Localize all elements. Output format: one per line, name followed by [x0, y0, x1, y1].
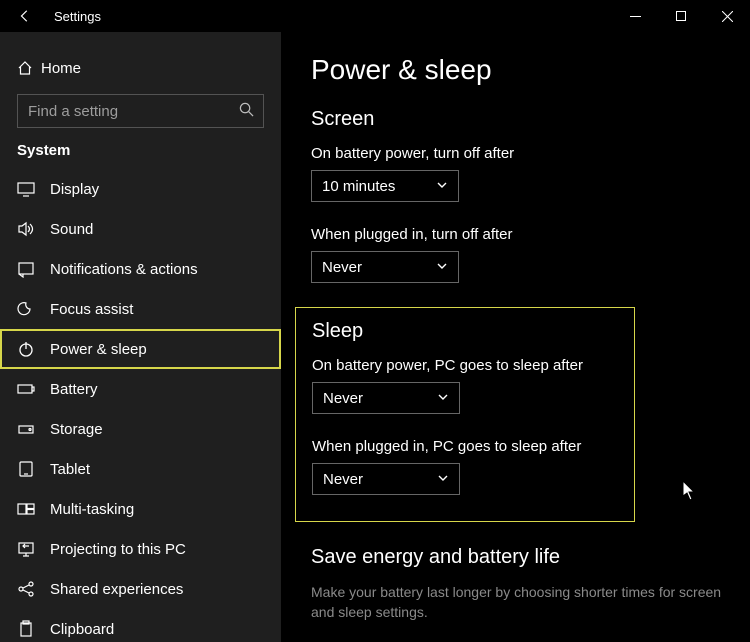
close-button[interactable]	[704, 0, 750, 32]
chevron-down-icon	[437, 390, 451, 407]
sidebar-item-label: Clipboard	[50, 621, 114, 638]
focus-icon	[17, 300, 37, 318]
sidebar-item-label: Battery	[50, 381, 98, 398]
window-controls	[612, 0, 750, 32]
sound-icon	[17, 220, 37, 238]
sleep-plugged-dropdown[interactable]: Never	[312, 463, 460, 495]
sidebar-item-multi-tasking[interactable]: Multi-tasking	[0, 489, 281, 529]
content: Power & sleep Screen On battery power, t…	[281, 32, 750, 642]
sleep-battery-dropdown[interactable]: Never	[312, 382, 460, 414]
sidebar-item-label: Sound	[50, 221, 93, 238]
sidebar: Home Find a setting System Display Sound N…	[0, 32, 281, 642]
sidebar-item-label: Storage	[50, 421, 103, 438]
sidebar-group-title: System	[0, 142, 281, 169]
sidebar-item-storage[interactable]: Storage	[0, 409, 281, 449]
sleep-plugged-label: When plugged in, PC goes to sleep after	[312, 438, 618, 455]
sidebar-item-focus-assist[interactable]: Focus assist	[0, 289, 281, 329]
screen-plugged-value: Never	[322, 259, 436, 276]
sidebar-item-battery[interactable]: Battery	[0, 369, 281, 409]
tablet-icon	[17, 460, 37, 478]
titlebar: Settings	[0, 0, 750, 32]
home-label: Home	[41, 60, 81, 77]
sidebar-item-notifications-actions[interactable]: Notifications & actions	[0, 249, 281, 289]
screen-plugged-label: When plugged in, turn off after	[311, 226, 722, 243]
shared-icon	[17, 580, 37, 598]
projecting-icon	[17, 540, 37, 558]
sidebar-item-label: Focus assist	[50, 301, 133, 318]
sleep-section-heading: Sleep	[312, 320, 618, 343]
save-energy-heading: Save energy and battery life	[311, 546, 722, 569]
sidebar-item-sound[interactable]: Sound	[0, 209, 281, 249]
screen-battery-dropdown[interactable]: 10 minutes	[311, 170, 459, 202]
sleep-battery-value: Never	[323, 390, 437, 407]
save-energy-tip: Make your battery last longer by choosin…	[311, 583, 722, 622]
clipboard-icon	[17, 620, 37, 638]
screen-battery-value: 10 minutes	[322, 178, 436, 195]
screen-battery-label: On battery power, turn off after	[311, 145, 722, 162]
home-icon	[17, 60, 41, 76]
storage-icon	[17, 420, 37, 438]
maximize-button[interactable]	[658, 0, 704, 32]
minimize-button[interactable]	[612, 0, 658, 32]
battery-icon	[17, 380, 37, 398]
sleep-plugged-value: Never	[323, 471, 437, 488]
power-icon	[17, 340, 37, 358]
sidebar-item-label: Notifications & actions	[50, 261, 198, 278]
sidebar-item-display[interactable]: Display	[0, 169, 281, 209]
sidebar-item-power-sleep[interactable]: Power & sleep	[0, 329, 281, 369]
page-title: Power & sleep	[311, 54, 722, 86]
sidebar-item-clipboard[interactable]: Clipboard	[0, 609, 281, 642]
search-input[interactable]: Find a setting	[17, 94, 264, 128]
multitask-icon	[17, 500, 37, 518]
sidebar-item-shared-experiences[interactable]: Shared experiences	[0, 569, 281, 609]
sleep-highlight: Sleep On battery power, PC goes to sleep…	[295, 307, 635, 522]
sidebar-item-label: Display	[50, 181, 99, 198]
search-icon	[239, 102, 255, 121]
sleep-battery-label: On battery power, PC goes to sleep after	[312, 357, 618, 374]
chevron-down-icon	[437, 471, 451, 488]
chevron-down-icon	[436, 259, 450, 276]
chevron-down-icon	[436, 178, 450, 195]
window-title: Settings	[54, 9, 101, 24]
home-link[interactable]: Home	[0, 50, 281, 86]
notifications-icon	[17, 260, 37, 278]
back-icon[interactable]	[18, 9, 34, 23]
screen-section-heading: Screen	[311, 108, 722, 131]
sidebar-item-label: Multi-tasking	[50, 501, 134, 518]
search-placeholder: Find a setting	[28, 103, 239, 120]
sidebar-item-label: Tablet	[50, 461, 90, 478]
display-icon	[17, 180, 37, 198]
sidebar-item-tablet[interactable]: Tablet	[0, 449, 281, 489]
sidebar-item-label: Projecting to this PC	[50, 541, 186, 558]
sidebar-item-label: Shared experiences	[50, 581, 183, 598]
sidebar-item-projecting-to-this-pc[interactable]: Projecting to this PC	[0, 529, 281, 569]
sidebar-item-label: Power & sleep	[50, 341, 147, 358]
screen-plugged-dropdown[interactable]: Never	[311, 251, 459, 283]
